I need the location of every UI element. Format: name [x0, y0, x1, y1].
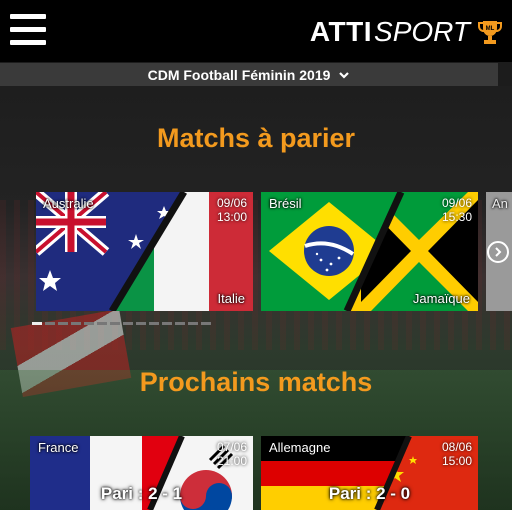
- upcoming-match-card[interactable]: France 07/06 21:00 Pari : 2 - 1: [30, 436, 253, 510]
- pager-dot[interactable]: [162, 322, 172, 325]
- match-date: 09/06: [216, 196, 247, 210]
- match-time: 15:30: [441, 210, 472, 224]
- bet-match-card[interactable]: Brésil 09/06 15:30 Jamaïque: [261, 192, 478, 311]
- pager-dot[interactable]: [123, 322, 133, 325]
- bet-score-label: Pari : 2 - 1: [100, 484, 183, 503]
- pager-dot[interactable]: [175, 322, 185, 325]
- home-team-label: Brésil: [269, 196, 302, 211]
- trophy-label: ML: [486, 26, 495, 32]
- bet-section-title: Matchs à parier: [156, 123, 356, 153]
- match-datetime: 08/06 15:00: [442, 440, 472, 468]
- pager-dot[interactable]: [45, 322, 55, 325]
- trophy-icon: ML: [478, 21, 502, 44]
- pager-dot[interactable]: [110, 322, 120, 325]
- pager-dot[interactable]: [32, 322, 42, 325]
- pager-dot[interactable]: [58, 322, 68, 325]
- pager-dot[interactable]: [188, 322, 198, 325]
- match-time: 15:00: [441, 454, 472, 468]
- upcoming-match-card[interactable]: Allemagne 08/06 15:00 Pari : 2 - 0: [261, 436, 478, 510]
- pager-dot[interactable]: [84, 322, 94, 325]
- bet-score-label: Pari : 2 - 0: [328, 484, 411, 503]
- chevron-down-icon: [339, 71, 350, 79]
- match-datetime: 09/06 15:30: [442, 196, 472, 224]
- home-team-label: Australie: [43, 196, 94, 211]
- match-time: 13:00: [216, 210, 247, 224]
- logo-bold-text: ATTI: [309, 16, 373, 47]
- match-datetime: 07/06 21:00: [217, 440, 247, 468]
- match-date: 08/06: [441, 440, 472, 454]
- pager-dot[interactable]: [97, 322, 107, 325]
- carousel-pager: [32, 322, 211, 325]
- away-team-label: Italie: [217, 291, 245, 306]
- match-datetime: 09/06 13:00: [217, 196, 247, 224]
- logo-italic-text: SPORT: [374, 16, 470, 47]
- pager-dot[interactable]: [149, 322, 159, 325]
- competition-label: CDM Football Féminin 2019: [147, 66, 331, 83]
- bet-match-card[interactable]: Australie 09/06 13:00 Italie: [36, 192, 253, 311]
- competition-selector[interactable]: CDM Football Féminin 2019: [0, 63, 498, 86]
- home-team-label: France: [38, 440, 79, 455]
- pager-dot[interactable]: [201, 322, 211, 325]
- pager-dot[interactable]: [71, 322, 81, 325]
- home-team-label: Allemagne: [269, 440, 331, 455]
- match-date: 07/06: [216, 440, 247, 454]
- pager-dot[interactable]: [136, 322, 146, 325]
- top-bar: ATTI SPORT ML: [0, 0, 512, 62]
- match-time: 21:00: [216, 454, 247, 468]
- chevron-right-icon: [495, 247, 502, 257]
- hamburger-menu-icon[interactable]: [10, 14, 46, 46]
- upcoming-section-title: Prochains matchs: [139, 367, 373, 397]
- carousel-next-button[interactable]: [487, 241, 509, 263]
- match-date: 09/06: [441, 196, 472, 210]
- home-team-label: An: [492, 196, 508, 211]
- away-team-label: Jamaïque: [412, 291, 470, 306]
- app-logo[interactable]: ATTI SPORT ML: [310, 14, 504, 50]
